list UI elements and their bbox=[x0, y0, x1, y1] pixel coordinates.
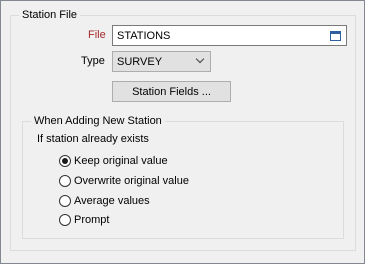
radio-label: Keep original value bbox=[74, 155, 168, 167]
file-input[interactable] bbox=[117, 28, 317, 44]
type-select-value: SURVEY bbox=[117, 56, 163, 68]
dialog-panel: Station File File Type SURVEY Station Fi… bbox=[0, 0, 365, 264]
radio-label: Prompt bbox=[74, 214, 110, 226]
radio-prompt[interactable]: Prompt bbox=[59, 213, 109, 227]
radio-button-checked[interactable] bbox=[59, 155, 71, 167]
file-field[interactable] bbox=[112, 25, 347, 46]
radio-average-values[interactable]: Average values bbox=[59, 194, 150, 208]
station-fields-button[interactable]: Station Fields ... bbox=[112, 81, 231, 102]
station-fields-button-label: Station Fields ... bbox=[132, 85, 211, 98]
when-adding-group-title: When Adding New Station bbox=[31, 114, 165, 128]
type-select[interactable]: SURVEY bbox=[112, 51, 211, 72]
browse-table-icon[interactable] bbox=[330, 31, 341, 41]
radio-label: Overwrite original value bbox=[74, 175, 189, 187]
chevron-down-icon bbox=[195, 54, 205, 64]
type-label: Type bbox=[81, 55, 105, 67]
file-label: File bbox=[88, 29, 106, 41]
radio-label: Average values bbox=[74, 195, 150, 207]
radio-button[interactable] bbox=[59, 195, 71, 207]
station-file-group-title: Station File bbox=[19, 8, 81, 22]
radio-button[interactable] bbox=[59, 214, 71, 226]
radio-overwrite-original[interactable]: Overwrite original value bbox=[59, 174, 189, 188]
if-station-exists-label: If station already exists bbox=[37, 133, 149, 145]
radio-keep-original[interactable]: Keep original value bbox=[59, 154, 168, 168]
radio-button[interactable] bbox=[59, 175, 71, 187]
